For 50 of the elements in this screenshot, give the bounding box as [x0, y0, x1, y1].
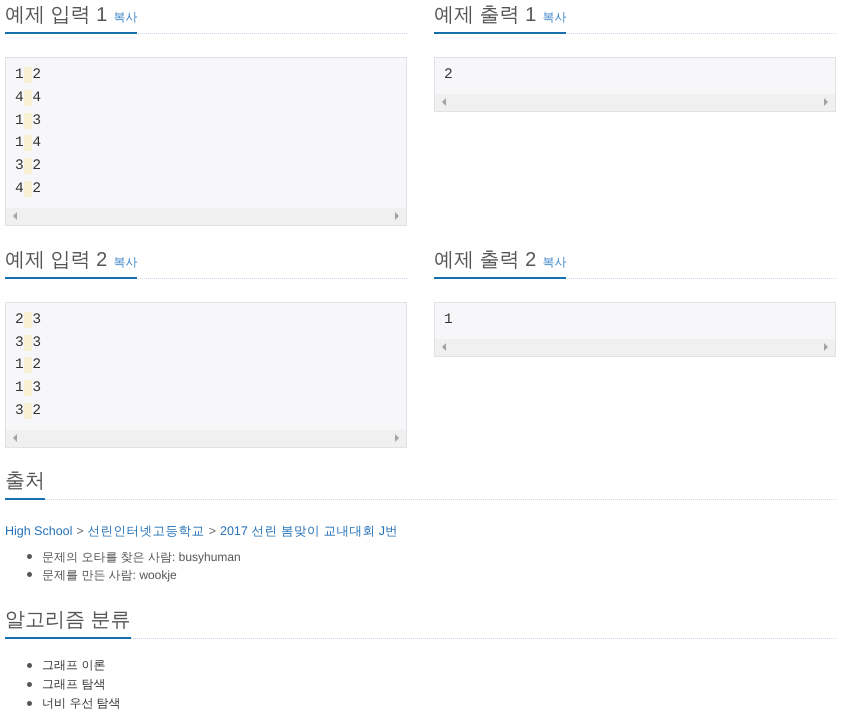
- copy-link[interactable]: 복사: [542, 254, 566, 271]
- code-line: 4 2: [15, 180, 42, 199]
- copy-link[interactable]: 복사: [542, 9, 566, 26]
- breadcrumb-link[interactable]: 선린인터넷고등학교: [88, 522, 205, 540]
- bullet-icon: [27, 554, 32, 560]
- breadcrumb-link[interactable]: 2017 선린 봄맞이 교내대회 J번: [220, 522, 398, 540]
- bullet-icon: [27, 662, 32, 668]
- code-line: 3 3: [15, 334, 42, 353]
- code-line: 2 3: [15, 310, 42, 330]
- code-line: 1 3: [15, 112, 42, 131]
- code-line: 1 3: [15, 379, 42, 398]
- bullet-icon: [27, 572, 32, 578]
- section-title: 예제 입력 1: [5, 3, 108, 27]
- section-title: 알고리즘 분류: [5, 608, 131, 632]
- scroll-left-icon[interactable]: [13, 212, 17, 220]
- scroll-right-icon[interactable]: [824, 343, 828, 352]
- code-line: 3 2: [15, 402, 42, 421]
- copy-link[interactable]: 복사: [113, 9, 138, 26]
- scroll-left-icon[interactable]: [442, 343, 446, 352]
- code-line: 1 4: [15, 134, 42, 154]
- horizontal-scrollbar[interactable]: [6, 208, 406, 225]
- horizontal-scrollbar[interactable]: [435, 338, 835, 356]
- algorithm-tag[interactable]: 그래프 이론: [42, 656, 106, 675]
- section-title: 예제 출력 2: [434, 248, 536, 272]
- section-title: 예제 입력 2: [5, 248, 108, 272]
- credit-text: 문제의 오타를 찾은 사람: busyhuman: [42, 548, 241, 566]
- code-line: 2: [444, 66, 454, 85]
- copy-link[interactable]: 복사: [113, 254, 138, 271]
- breadcrumb-link[interactable]: High School: [5, 522, 72, 540]
- code-line: 1: [444, 310, 454, 330]
- section-title: 예제 출력 1: [434, 3, 536, 27]
- algorithm-tag[interactable]: 그래프 탐색: [42, 674, 106, 694]
- horizontal-scrollbar[interactable]: [435, 94, 835, 111]
- credit-text: 문제를 만든 사람: wookje: [42, 566, 177, 584]
- section-title: 출처: [5, 468, 45, 493]
- bullet-icon: [27, 682, 32, 687]
- scroll-left-icon[interactable]: [13, 434, 17, 442]
- breadcrumb-separator: >: [76, 522, 84, 540]
- algorithm-tag[interactable]: 너비 우선 탐색: [42, 694, 121, 713]
- code-line: 1 2: [15, 66, 42, 85]
- code-line: 1 2: [15, 356, 42, 376]
- scroll-right-icon[interactable]: [395, 212, 399, 220]
- scroll-right-icon[interactable]: [824, 98, 828, 106]
- scroll-left-icon[interactable]: [442, 98, 446, 106]
- breadcrumb-separator: >: [208, 522, 216, 540]
- code-line: 4 4: [15, 88, 42, 108]
- horizontal-scrollbar[interactable]: [6, 430, 406, 447]
- code-line: 3 2: [15, 157, 42, 176]
- bullet-icon: [27, 700, 32, 706]
- scroll-right-icon[interactable]: [395, 434, 399, 442]
